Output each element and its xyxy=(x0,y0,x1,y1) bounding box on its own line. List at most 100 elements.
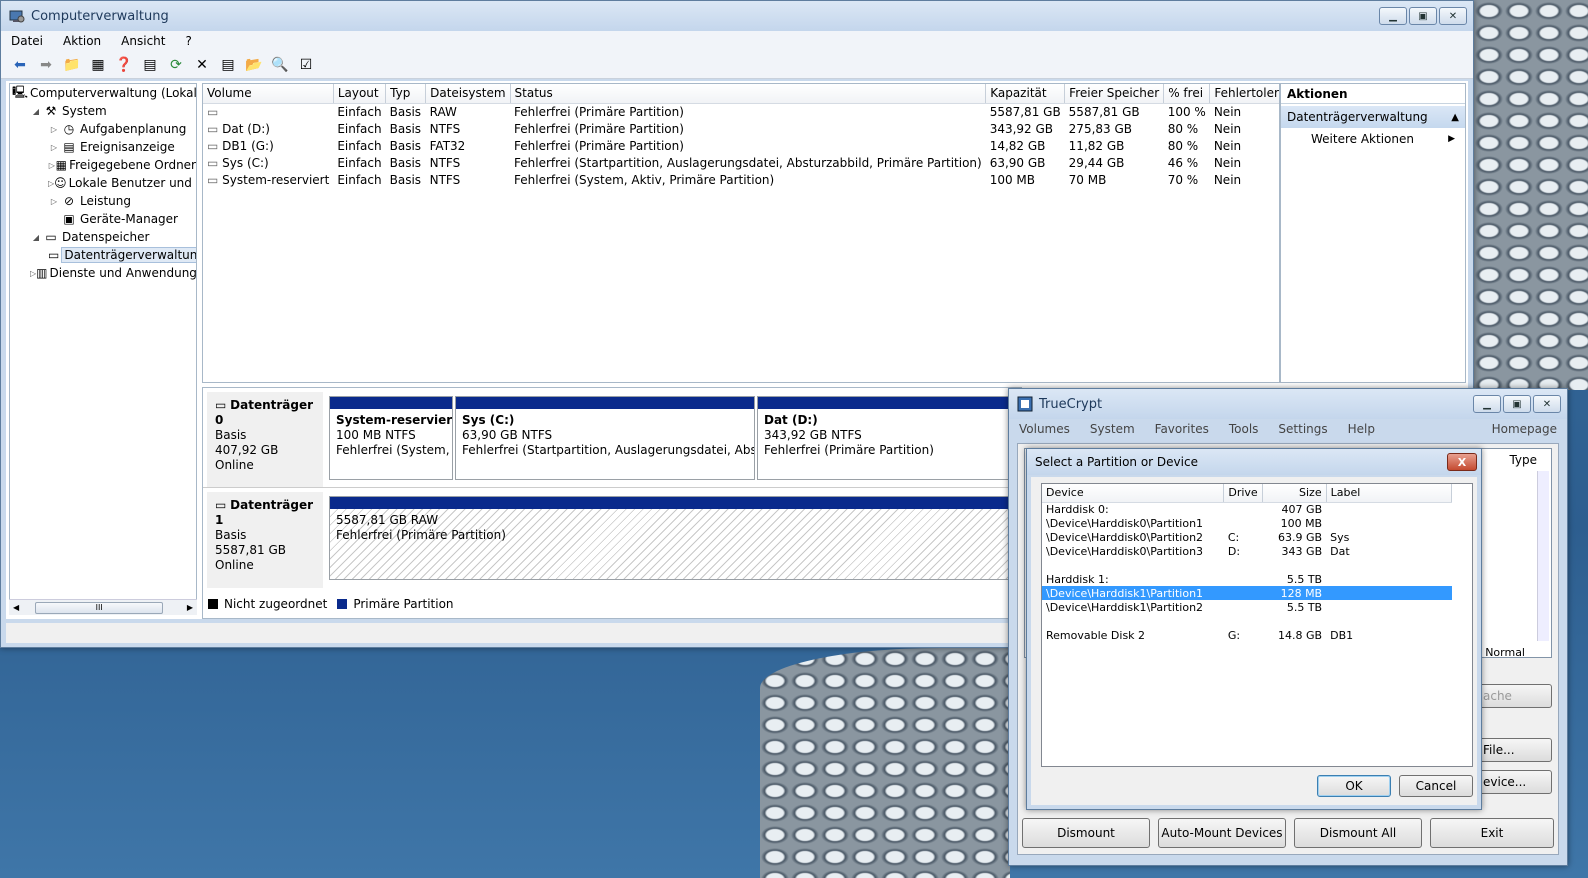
tc-menu-volumes[interactable]: Volumes xyxy=(1009,422,1080,436)
disk-0-row[interactable]: ▭ Datenträger 0 Basis 407,92 GB Online S… xyxy=(203,392,1021,488)
volume-row[interactable]: ▭ Dat (D:) Einfach Basis NTFS Fehlerfrei (Pr… xyxy=(203,120,1279,137)
device-row[interactable]: \Device\Harddisk1\Partition1 128 MB xyxy=(1042,586,1452,600)
tree-horizontal-scrollbar[interactable]: ◀ III ▶ xyxy=(9,599,197,615)
device-row[interactable]: Removable Disk 2 G: 14.8 GB DB1 xyxy=(1042,628,1452,642)
device-row[interactable]: Harddisk 1: 5.5 TB xyxy=(1042,572,1452,586)
tc-auto-mount-button[interactable]: Auto-Mount Devices xyxy=(1158,818,1286,848)
close-button[interactable]: ✕ xyxy=(1439,7,1467,25)
show-hide-action-pane-button[interactable]: ▤ xyxy=(139,54,161,76)
tc-minimize-button[interactable]: ▁ xyxy=(1473,395,1501,413)
tree-item[interactable]: ◢ ⚒ System xyxy=(10,102,196,120)
tc-wipe-cache-button[interactable]: ache xyxy=(1476,684,1552,708)
volume-row[interactable]: ▭ Sys (C:) Einfach Basis NTFS Fehlerfrei (St… xyxy=(203,154,1279,171)
col-size[interactable]: Size xyxy=(1262,484,1327,503)
cv-titlebar[interactable]: Computerverwaltung ▁ ▣ ✕ xyxy=(1,1,1473,31)
tc-maximize-button[interactable]: ▣ xyxy=(1503,395,1531,413)
tc-homepage-link[interactable]: Homepage xyxy=(1482,422,1567,436)
partition-system-reserved[interactable]: System-reserviert 100 MB NTFS Fehlerfrei… xyxy=(329,396,453,480)
tc-menu-favorites[interactable]: Favorites xyxy=(1145,422,1219,436)
volume-col-header[interactable]: Fehlertoleranz xyxy=(1209,84,1279,104)
volume-col-header[interactable]: Kapazität xyxy=(985,84,1066,104)
partition-raw[interactable]: 5587,81 GB RAW Fehlerfrei (Primäre Parti… xyxy=(329,496,1021,580)
tree-expander-icon[interactable]: ▷ xyxy=(48,161,56,170)
device-row[interactable]: \Device\Harddisk1\Partition2 5.5 TB xyxy=(1042,600,1452,614)
volume-col-header[interactable]: Freier Speicher xyxy=(1064,84,1165,104)
tree-item[interactable]: ▷ ▤ Ereignisanzeige xyxy=(10,138,196,156)
tc-menu-system[interactable]: System xyxy=(1080,422,1145,436)
properties-button[interactable]: ▤ xyxy=(217,54,239,76)
tree-item[interactable]: ▷ ⊘ Leistung xyxy=(10,192,196,210)
tc-menu-settings[interactable]: Settings xyxy=(1268,422,1337,436)
actions-more[interactable]: Weitere Aktionen ▶ xyxy=(1281,128,1465,150)
maximize-button[interactable]: ▣ xyxy=(1409,7,1437,25)
tc-list-scrollbar[interactable] xyxy=(1537,471,1549,641)
tc-menu-help[interactable]: Help xyxy=(1338,422,1385,436)
refresh-button[interactable]: ⟳ xyxy=(165,54,187,76)
tc-dismount-button[interactable]: Dismount xyxy=(1022,818,1150,848)
minimize-button[interactable]: ▁ xyxy=(1379,7,1407,25)
up-button[interactable]: 📁 xyxy=(61,54,83,76)
volume-col-header[interactable]: Dateisystem xyxy=(425,84,511,104)
search-button[interactable]: 🔍 xyxy=(269,54,291,76)
menu-ansicht[interactable]: Ansicht xyxy=(111,34,175,48)
tc-col-type[interactable]: Type xyxy=(1509,453,1537,467)
volume-col-header[interactable]: Layout xyxy=(333,84,387,104)
open-button[interactable]: 📂 xyxy=(243,54,265,76)
device-row[interactable] xyxy=(1042,614,1452,628)
tc-select-file-button[interactable]: File... xyxy=(1476,738,1552,762)
dlg-titlebar[interactable]: Select a Partition or Device X xyxy=(1027,449,1481,475)
menu-aktion[interactable]: Aktion xyxy=(53,34,111,48)
device-row[interactable]: Harddisk 0: 407 GB xyxy=(1042,502,1452,516)
cancel-button[interactable]: Cancel xyxy=(1399,775,1473,797)
tree-item[interactable]: ▷ ◷ Aufgabenplanung xyxy=(10,120,196,138)
tree-item[interactable]: ▣ Geräte-Manager xyxy=(10,210,196,228)
volume-row[interactable]: ▭ Einfach Basis RAW Fehlerfrei (Primäre Par… xyxy=(203,103,1279,120)
volume-row[interactable]: ▭ DB1 (G:) Einfach Basis FAT32 Fehlerfrei (P… xyxy=(203,137,1279,154)
disk-0-label[interactable]: ▭ Datenträger 0 Basis 407,92 GB Online xyxy=(207,392,323,487)
tree-expander-icon[interactable]: ▷ xyxy=(48,197,60,206)
tree-expander-icon[interactable]: ▷ xyxy=(48,143,60,152)
tree-item[interactable]: ◢ ▭ Datenspeicher xyxy=(10,228,196,246)
actions-section-disk-management[interactable]: Datenträgerverwaltung ▲ xyxy=(1281,106,1465,128)
device-row[interactable]: \Device\Harddisk0\Partition1 100 MB xyxy=(1042,516,1452,530)
tree-item[interactable]: ▷ ☺ Lokale Benutzer und Gr xyxy=(10,174,196,192)
tc-titlebar[interactable]: TrueCrypt ▁ ▣ ✕ xyxy=(1009,389,1567,419)
device-row[interactable]: \Device\Harddisk0\Partition2 C: 63.9 GB Sys xyxy=(1042,530,1452,544)
volume-col-header[interactable]: Status xyxy=(510,84,987,104)
tree-item[interactable]: 🖳 Computerverwaltung (Lokal) xyxy=(10,84,196,102)
tc-dismount-all-button[interactable]: Dismount All xyxy=(1294,818,1422,848)
scroll-thumb[interactable]: III xyxy=(35,601,164,614)
help-button[interactable]: ❓ xyxy=(113,54,135,76)
settings-button[interactable]: ☑ xyxy=(295,54,317,76)
tree-expander-icon[interactable]: ◢ xyxy=(30,233,42,242)
tree-item[interactable]: ▷ ▥ Dienste und Anwendungen xyxy=(10,264,196,282)
col-label[interactable]: Label xyxy=(1326,484,1453,503)
back-button[interactable]: ⬅ xyxy=(9,54,31,76)
partition-sys-c[interactable]: Sys (C:) 63,90 GB NTFS Fehlerfrei (Start… xyxy=(455,396,755,480)
device-row[interactable] xyxy=(1042,558,1452,572)
tree-expander-icon[interactable]: ▷ xyxy=(48,125,60,134)
tree-item[interactable]: ▷ ▦ Freigegebene Ordner xyxy=(10,156,196,174)
disk-1-row[interactable]: ▭ Datenträger 1 Basis 5587,81 GB Online … xyxy=(203,492,1021,588)
volume-col-header[interactable]: Typ xyxy=(385,84,427,104)
dlg-close-button[interactable]: X xyxy=(1447,453,1477,471)
ok-button[interactable]: OK xyxy=(1317,775,1391,797)
menu-help[interactable]: ? xyxy=(175,34,201,48)
partition-dat-d[interactable]: Dat (D:) 343,92 GB NTFS Fehlerfrei (Prim… xyxy=(757,396,1021,480)
volume-col-header[interactable]: % frei xyxy=(1163,84,1211,104)
tc-exit-button[interactable]: Exit xyxy=(1430,818,1554,848)
col-device[interactable]: Device xyxy=(1042,484,1225,503)
delete-button[interactable]: ✕ xyxy=(191,54,213,76)
tc-select-device-button[interactable]: evice... xyxy=(1476,770,1552,794)
tc-close-button[interactable]: ✕ xyxy=(1533,395,1561,413)
disk-1-label[interactable]: ▭ Datenträger 1 Basis 5587,81 GB Online xyxy=(207,492,323,588)
col-drive[interactable]: Drive xyxy=(1223,484,1263,503)
volume-col-header[interactable]: Volume xyxy=(203,84,334,104)
device-row[interactable]: \Device\Harddisk0\Partition3 D: 343 GB Dat xyxy=(1042,544,1452,558)
tree-expander-icon[interactable]: ◢ xyxy=(30,107,42,116)
tc-menu-tools[interactable]: Tools xyxy=(1219,422,1269,436)
volume-row[interactable]: ▭ System-reserviert Einfach Basis NTFS Fehle… xyxy=(203,171,1279,188)
tree-item[interactable]: ▭ Datenträgerverwaltung xyxy=(10,246,196,264)
forward-button[interactable]: ➡ xyxy=(35,54,57,76)
show-hide-tree-button[interactable]: ▦ xyxy=(87,54,109,76)
